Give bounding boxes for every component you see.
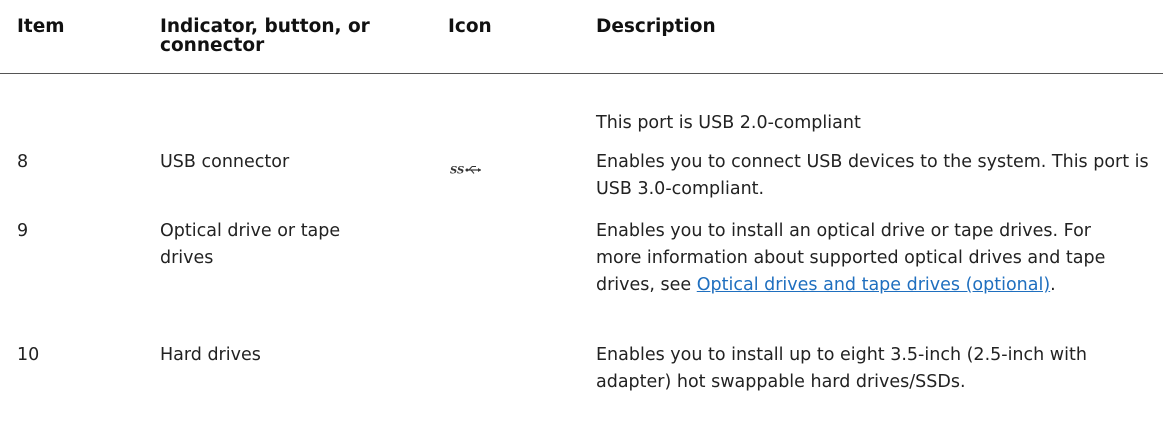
row-8-item: 8 <box>17 152 29 172</box>
row-9-item: 9 <box>17 221 29 241</box>
column-header-item: Item <box>17 16 65 37</box>
column-header-description: Description <box>596 16 716 37</box>
row-8-indicator: USB connector <box>160 152 290 172</box>
column-header-indicator: Indicator, button, or connector <box>160 16 370 56</box>
row-9-description: Enables you to install an optical drive … <box>596 218 1136 299</box>
svg-text:SS: SS <box>450 166 464 177</box>
continued-row-description: This port is USB 2.0-compliant <box>596 113 861 133</box>
row-10-description: Enables you to install up to eight 3.5-i… <box>596 345 1087 392</box>
optical-drives-link[interactable]: Optical drives and tape drives (optional… <box>697 275 1050 295</box>
row-8-description: Enables you to connect USB devices to th… <box>596 152 1149 199</box>
usb-3-superspeed-icon: SS <box>450 166 481 177</box>
column-header-icon: Icon <box>448 16 492 37</box>
row-9-description-end: . <box>1050 275 1056 295</box>
row-9-indicator: Optical drive or tape drives <box>160 221 341 268</box>
row-10-indicator: Hard drives <box>160 345 261 365</box>
row-10-item: 10 <box>17 345 40 365</box>
table-header: Item Indicator, button, or connector Ico… <box>0 0 1163 74</box>
